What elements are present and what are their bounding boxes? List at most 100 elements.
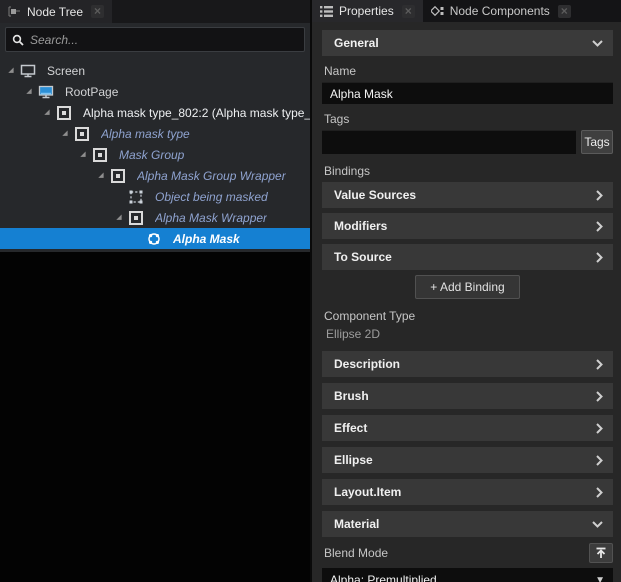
expander-icon[interactable]: ◢ xyxy=(111,207,127,228)
chevron-right-icon xyxy=(596,487,603,498)
tree-item-object-being-masked[interactable]: Object being masked xyxy=(0,186,310,207)
tab-label: Node Tree xyxy=(27,5,83,19)
section-title: Brush xyxy=(334,389,369,403)
tree-item-alpha-mask[interactable]: Alpha Mask xyxy=(0,228,310,249)
component-type-label: Component Type xyxy=(324,309,613,323)
node-2d-icon xyxy=(91,147,109,163)
close-icon[interactable]: × xyxy=(91,5,104,18)
section-material[interactable]: Material xyxy=(322,511,613,537)
name-label: Name xyxy=(324,64,613,78)
row-title: Modifiers xyxy=(334,219,387,233)
tree-item-label: Mask Group xyxy=(119,148,184,162)
node-tree-icon xyxy=(7,5,21,18)
search-icon xyxy=(12,34,24,46)
chevron-down-icon xyxy=(592,40,603,47)
node-tree-panel: Node Tree × ◢ xyxy=(0,0,310,582)
tags-label: Tags xyxy=(324,112,613,126)
section-brush[interactable]: Brush xyxy=(322,383,613,409)
binding-row-value-sources[interactable]: Value Sources xyxy=(322,182,613,208)
section-description[interactable]: Description xyxy=(322,351,613,377)
chevron-right-icon xyxy=(596,190,603,201)
chevron-down-icon xyxy=(592,521,603,528)
tree-item-screen[interactable]: ◢ Screen xyxy=(0,60,310,81)
section-layout-item[interactable]: Layout.Item xyxy=(322,479,613,505)
tree-item-label: Alpha mask type xyxy=(101,127,190,141)
tree-item-label: Screen xyxy=(47,64,85,78)
chevron-right-icon xyxy=(596,455,603,466)
node-2d-icon xyxy=(73,126,91,142)
panel-empty-area xyxy=(0,252,310,582)
tab-properties[interactable]: Properties × xyxy=(312,0,423,22)
row-title: Value Sources xyxy=(334,188,416,202)
binding-row-modifiers[interactable]: Modifiers xyxy=(322,213,613,239)
tree-item-label: Alpha Mask Wrapper xyxy=(155,211,267,225)
node-components-icon xyxy=(431,5,444,17)
chevron-right-icon xyxy=(596,359,603,370)
expander-icon[interactable]: ◢ xyxy=(21,81,37,102)
tree-item-alpha-mask-group-wrapper[interactable]: ◢ Alpha Mask Group Wrapper xyxy=(0,165,310,186)
blend-mode-value: Alpha: Premultiplied xyxy=(330,573,437,582)
node-2d-icon xyxy=(127,210,145,226)
empty-node-2d-icon xyxy=(127,189,145,205)
page-icon xyxy=(37,85,55,99)
node-tree-tabbar: Node Tree × xyxy=(0,0,310,23)
section-title: Description xyxy=(334,357,400,371)
properties-panel: Properties × Node Components × General xyxy=(312,0,621,582)
row-title: To Source xyxy=(334,250,392,264)
expander-icon[interactable]: ◢ xyxy=(39,102,55,123)
revert-to-default-button[interactable] xyxy=(589,543,613,563)
expander-icon[interactable]: ◢ xyxy=(93,165,109,186)
add-binding-button[interactable]: + Add Binding xyxy=(415,275,519,299)
close-icon[interactable]: × xyxy=(558,5,571,18)
close-icon[interactable]: × xyxy=(402,5,415,18)
tree-item-mask-group[interactable]: ◢ Mask Group xyxy=(0,144,310,165)
component-type-value: Ellipse 2D xyxy=(326,327,613,341)
section-title: Material xyxy=(334,517,379,531)
expander-icon[interactable]: ◢ xyxy=(3,60,19,81)
node-tree: ◢ Screen ◢ xyxy=(0,60,310,249)
section-general[interactable]: General xyxy=(322,30,613,56)
tree-item-label: Alpha mask type_802:2 (Alpha mask type_ xyxy=(83,106,310,120)
tree-item-label: Alpha Mask Group Wrapper xyxy=(137,169,286,183)
node-2d-icon xyxy=(55,105,73,121)
chevron-right-icon xyxy=(596,252,603,263)
tree-item-label: Alpha Mask xyxy=(173,232,240,246)
blend-mode-dropdown[interactable]: Alpha: Premultiplied ▼ xyxy=(322,568,613,582)
section-effect[interactable]: Effect xyxy=(322,415,613,441)
chevron-right-icon xyxy=(596,423,603,434)
section-ellipse[interactable]: Ellipse xyxy=(322,447,613,473)
tree-item-alpha-mask-wrapper[interactable]: ◢ Alpha Mask Wrapper xyxy=(0,207,310,228)
blend-mode-label: Blend Mode xyxy=(324,546,388,560)
tab-label: Node Components xyxy=(450,4,550,18)
section-title: General xyxy=(334,36,379,50)
tab-node-tree[interactable]: Node Tree × xyxy=(0,0,112,23)
dropdown-caret-icon: ▼ xyxy=(595,575,605,582)
tree-item-rootpage[interactable]: ◢ RootPage xyxy=(0,81,310,102)
name-input[interactable] xyxy=(322,82,613,104)
section-title: Effect xyxy=(334,421,367,435)
binding-row-to-source[interactable]: To Source xyxy=(322,244,613,270)
tab-label: Properties xyxy=(339,4,394,18)
screen-icon xyxy=(19,64,37,78)
search-input[interactable] xyxy=(30,33,298,47)
tab-node-components[interactable]: Node Components × xyxy=(423,0,579,22)
search-box[interactable] xyxy=(5,27,305,52)
node-tree-content: ◢ Screen ◢ xyxy=(0,23,310,252)
tree-item-label: Object being masked xyxy=(155,190,268,204)
node-2d-icon xyxy=(109,168,127,184)
kanzi-studio-window: Node Tree × ◢ xyxy=(0,0,621,582)
tree-item-alpha-mask-type[interactable]: ◢ Alpha mask type xyxy=(0,123,310,144)
section-title: Layout.Item xyxy=(334,485,401,499)
chevron-right-icon xyxy=(596,221,603,232)
arrow-up-to-bar-icon xyxy=(595,547,607,559)
tags-button[interactable]: Tags xyxy=(581,130,613,154)
chevron-right-icon xyxy=(596,391,603,402)
properties-tabbar: Properties × Node Components × xyxy=(312,0,621,22)
expander-icon[interactable]: ◢ xyxy=(57,123,73,144)
expander-icon[interactable]: ◢ xyxy=(75,144,91,165)
tags-input[interactable] xyxy=(322,130,576,154)
properties-list-icon xyxy=(320,6,333,17)
ellipse-2d-icon xyxy=(145,231,163,247)
tree-item-alpha-mask-type-802[interactable]: ◢ Alpha mask type_802:2 (Alpha mask type… xyxy=(0,102,310,123)
bindings-label: Bindings xyxy=(324,164,613,178)
